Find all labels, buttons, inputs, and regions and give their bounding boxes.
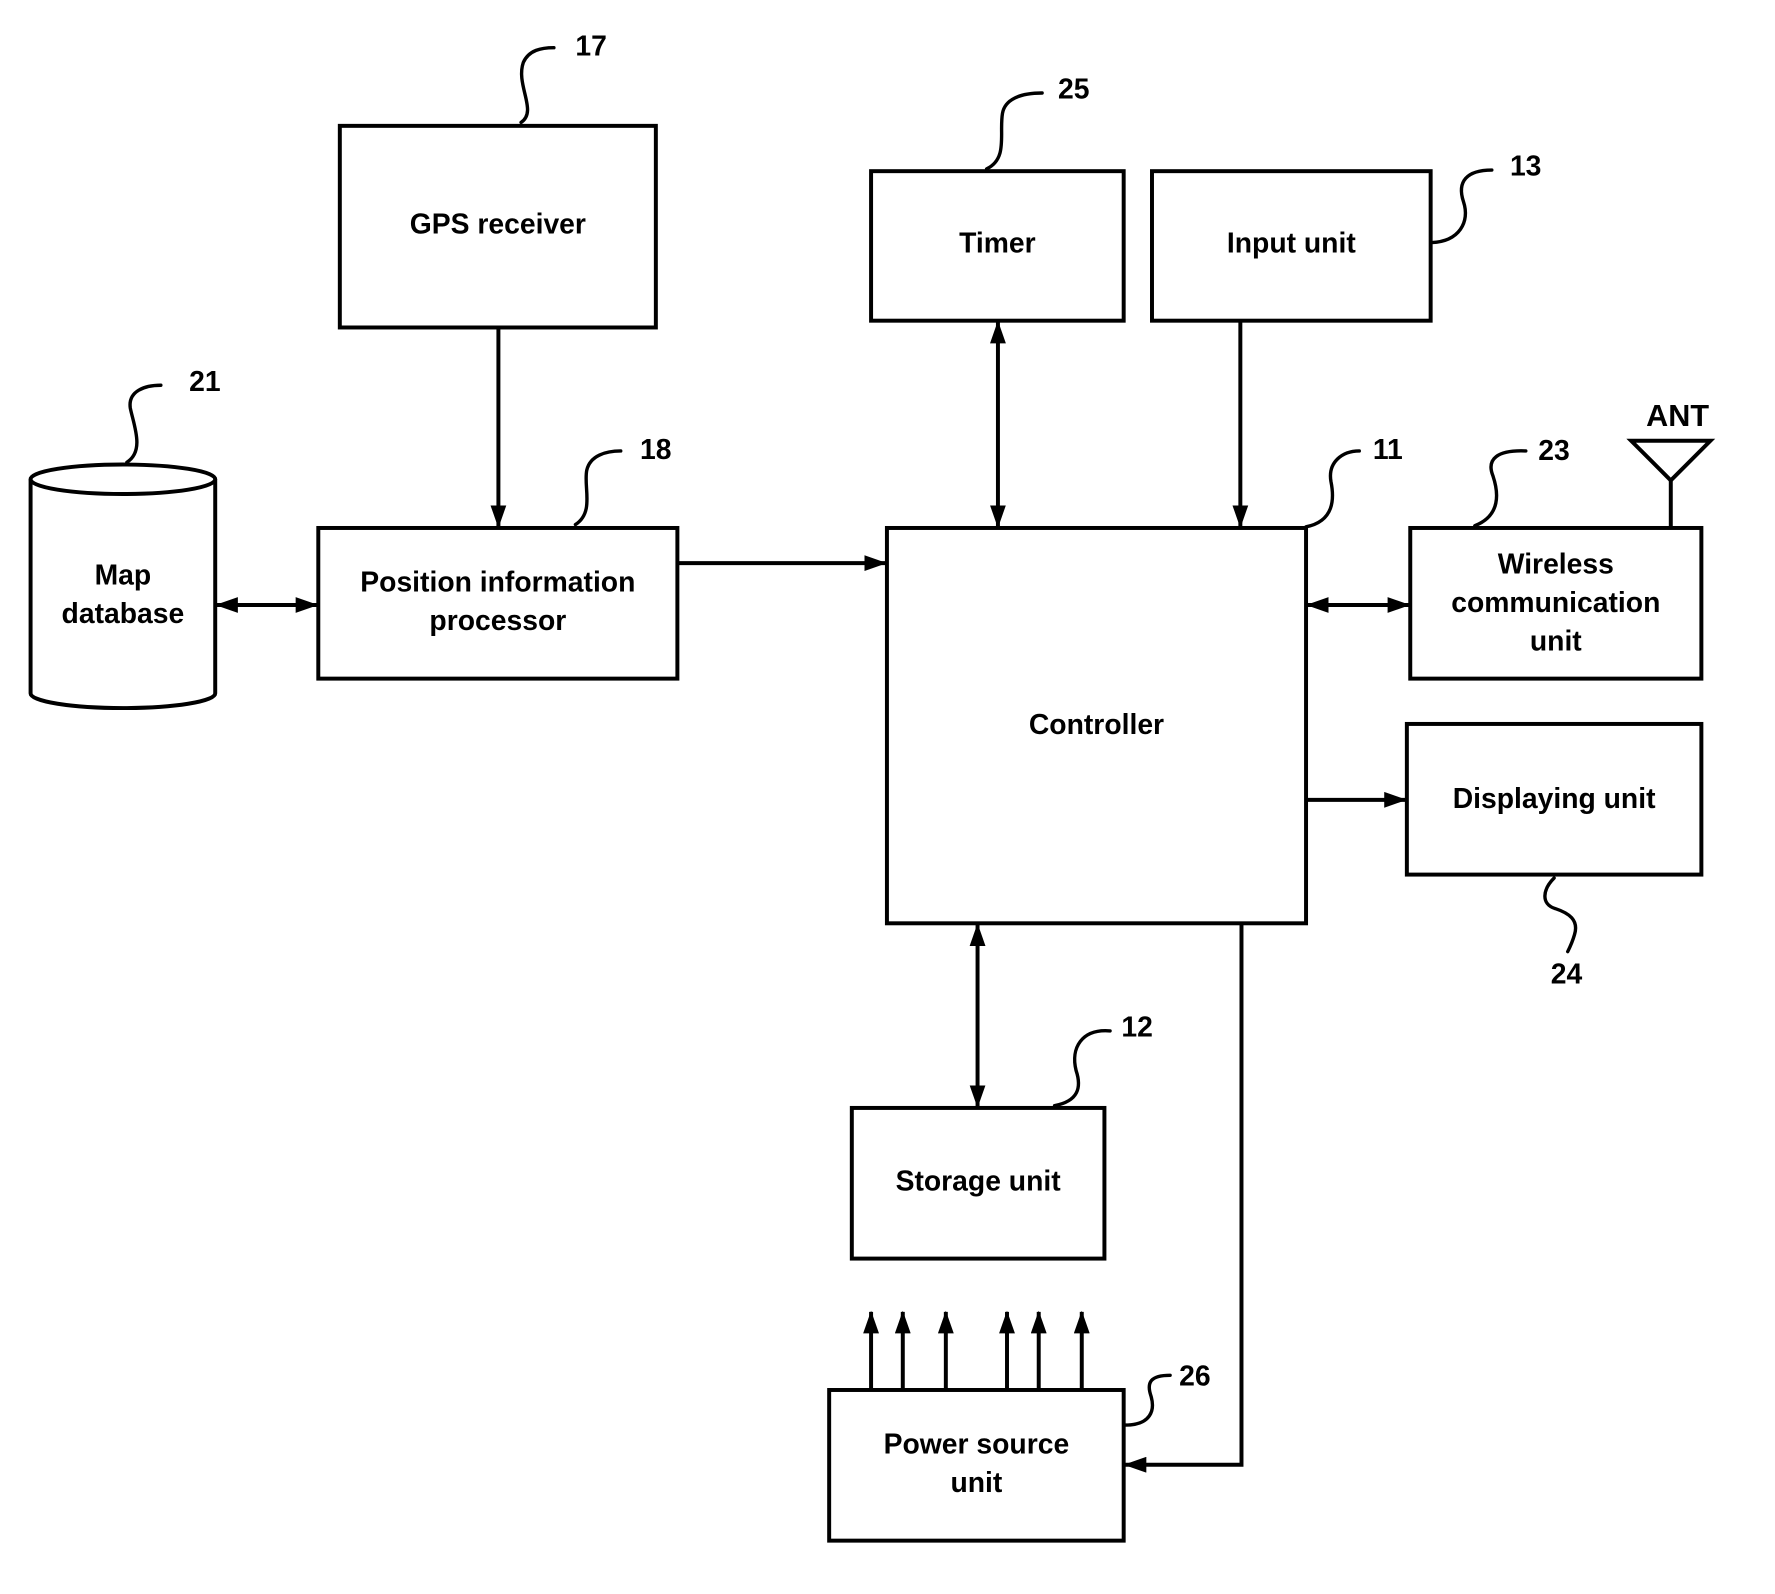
block-label: database: [62, 597, 185, 629]
block-label: Timer: [959, 227, 1036, 259]
cylinder-body: [28, 479, 218, 711]
block-label: GPS receiver: [410, 207, 586, 239]
reference-number: 17: [575, 30, 606, 62]
reference-leader: [984, 91, 1044, 171]
displaying-unit-block: Displaying unit: [1404, 721, 1704, 877]
block-label: Input unit: [1227, 227, 1356, 259]
reference-number: 12: [1121, 1011, 1152, 1043]
antenna-icon: [1626, 438, 1716, 484]
block-label: Storage unit: [896, 1165, 1062, 1197]
block-label: processor: [429, 604, 566, 636]
reference-number: 21: [189, 365, 220, 397]
block-label: unit: [950, 1466, 1002, 1498]
reference-leader: [573, 449, 623, 527]
block-label: unit: [1530, 624, 1582, 656]
reference-leader: [519, 45, 556, 125]
block-label: Controller: [1029, 708, 1164, 740]
reference-leader: [125, 383, 163, 464]
block-diagram: ANT 17 18 21 25 13 11 23 24 12 26 GPS receiver Pos…: [28, 30, 1716, 1543]
reference-number: 24: [1551, 957, 1583, 989]
input-unit-block: Input unit: [1150, 169, 1433, 323]
storage-unit-block: Storage unit: [849, 1105, 1107, 1261]
reference-number: 11: [1373, 433, 1403, 465]
reference-leader: [1543, 876, 1578, 954]
reference-number: 26: [1179, 1359, 1210, 1391]
reference-number: 25: [1058, 73, 1089, 105]
reference-number: 18: [640, 433, 671, 465]
block-label: Map: [95, 559, 152, 591]
power-source-unit-block: Power source unit: [827, 1388, 1126, 1543]
block-label: communication: [1451, 586, 1660, 618]
reference-leader: [1052, 1029, 1112, 1108]
blocks: GPS receiver Position information processo…: [28, 123, 1704, 1543]
reference-leader: [1304, 449, 1361, 529]
position-processor-block: Position information processor: [316, 525, 680, 681]
reference-number: 13: [1510, 150, 1541, 182]
block-label: Position information: [360, 565, 635, 597]
block-label: Wireless: [1498, 547, 1614, 579]
reference-leader: [1473, 449, 1528, 528]
block-label: Power source: [884, 1427, 1070, 1459]
gps-receiver-block: GPS receiver: [337, 123, 658, 330]
timer-block: Timer: [869, 169, 1126, 323]
reference-number: 23: [1538, 434, 1569, 466]
antenna-label: ANT: [1646, 399, 1709, 433]
map-database-block: Map database: [28, 462, 218, 711]
block-label: Displaying unit: [1453, 782, 1656, 814]
cylinder-top: [28, 462, 218, 496]
controller-block: Controller: [884, 525, 1309, 926]
wireless-unit-block: Wireless communication unit: [1408, 525, 1704, 681]
reference-leader: [1123, 1373, 1172, 1427]
reference-leader: [1430, 168, 1494, 245]
